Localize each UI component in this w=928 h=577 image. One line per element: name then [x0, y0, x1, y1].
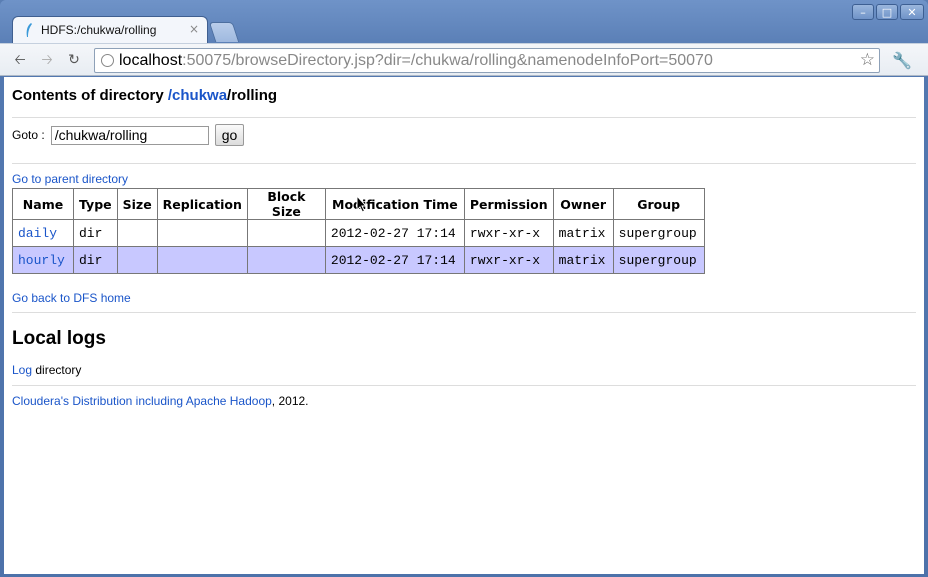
col-group: Group — [612, 188, 705, 220]
divider — [12, 312, 916, 313]
mouse-cursor-icon — [356, 195, 368, 213]
cloudera-link[interactable]: Cloudera's Distribution including Apache… — [12, 394, 272, 408]
back-icon[interactable]: 🡠 — [10, 50, 30, 70]
group-cell: supergroup — [612, 219, 705, 247]
divider — [12, 385, 916, 386]
log-line: Log directory — [12, 363, 81, 377]
go-button[interactable]: go — [214, 124, 245, 146]
col-type: Type — [73, 188, 118, 220]
size-cell — [116, 219, 158, 247]
heading-suffix: /rolling — [227, 87, 278, 104]
browser-window: – □ ✕ HDFS:/chukwa/rolling × 🡠 🡢 ↻ local… — [0, 0, 928, 577]
replication-cell — [156, 219, 248, 247]
url-text: localhost:50075/browseDirectory.jsp?dir=… — [119, 52, 713, 70]
reload-icon[interactable]: ↻ — [64, 50, 84, 70]
page-content: Contents of directory /chukwa/rolling Go… — [4, 77, 924, 574]
col-replication: Replication — [156, 188, 248, 220]
goto-form: Goto : go — [12, 124, 245, 146]
address-bar[interactable]: localhost:50075/browseDirectory.jsp?dir=… — [94, 48, 880, 73]
dfs-home-link[interactable]: Go back to DFS home — [12, 291, 131, 305]
col-permission: Permission — [463, 188, 554, 220]
divider — [12, 163, 916, 164]
url-path: :50075/browseDirectory.jsp?dir=/chukwa/r… — [182, 52, 713, 69]
goto-input[interactable] — [50, 125, 209, 145]
tab-bar: HDFS:/chukwa/rolling × — [0, 14, 928, 44]
star-icon[interactable]: ☆ — [860, 50, 875, 70]
replication-cell — [156, 246, 248, 274]
new-tab-button[interactable] — [208, 22, 240, 42]
name-cell: daily — [12, 219, 74, 247]
col-block-size: Block Size — [246, 188, 326, 220]
log-suffix: directory — [32, 363, 82, 377]
name-cell: hourly — [12, 246, 74, 274]
feather-icon — [26, 23, 32, 37]
footer-suffix: , 2012. — [271, 394, 309, 408]
tab-active[interactable]: HDFS:/chukwa/rolling × — [12, 16, 208, 44]
table-row: daily dir 2012-02-27 17:14 rwxr-xr-x mat… — [12, 219, 705, 247]
tab-title: HDFS:/chukwa/rolling — [41, 23, 157, 37]
browser-toolbar: 🡠 🡢 ↻ localhost:50075/browseDirectory.js… — [0, 43, 928, 76]
owner-cell: matrix — [552, 246, 614, 274]
directory-link[interactable]: daily — [18, 226, 57, 241]
directory-link[interactable]: hourly — [18, 253, 65, 268]
modification-time-cell: 2012-02-27 17:14 — [324, 246, 465, 274]
owner-cell: matrix — [552, 219, 614, 247]
modification-time-cell: 2012-02-27 17:14 — [324, 219, 465, 247]
table-row: hourly dir 2012-02-27 17:14 rwxr-xr-x ma… — [12, 246, 705, 274]
forward-icon[interactable]: 🡢 — [37, 50, 57, 70]
group-cell: supergroup — [612, 246, 705, 274]
page-title: Contents of directory /chukwa/rolling — [12, 87, 277, 104]
block-size-cell — [246, 246, 326, 274]
goto-label: Goto : — [12, 128, 45, 142]
type-cell: dir — [73, 219, 118, 247]
footer: Cloudera's Distribution including Apache… — [12, 394, 309, 408]
tab-close-icon[interactable]: × — [189, 22, 199, 36]
col-owner: Owner — [552, 188, 614, 220]
parent-directory-link[interactable]: Go to parent directory — [12, 172, 128, 186]
log-link[interactable]: Log — [12, 363, 32, 377]
local-logs-heading: Local logs — [12, 328, 106, 349]
block-size-cell — [246, 219, 326, 247]
col-modification-time: Modification Time — [324, 188, 465, 220]
url-host: localhost — [119, 52, 183, 69]
permission-cell: rwxr-xr-x — [463, 219, 554, 247]
globe-icon — [101, 54, 114, 67]
chukwa-link[interactable]: /chukwa — [168, 87, 227, 104]
size-cell — [116, 246, 158, 274]
permission-cell: rwxr-xr-x — [463, 246, 554, 274]
wrench-icon[interactable]: 🔧 — [892, 51, 912, 70]
divider — [12, 117, 916, 118]
col-name: Name — [12, 188, 74, 220]
col-size: Size — [116, 188, 158, 220]
type-cell: dir — [73, 246, 118, 274]
heading-prefix: Contents of directory — [12, 87, 168, 104]
